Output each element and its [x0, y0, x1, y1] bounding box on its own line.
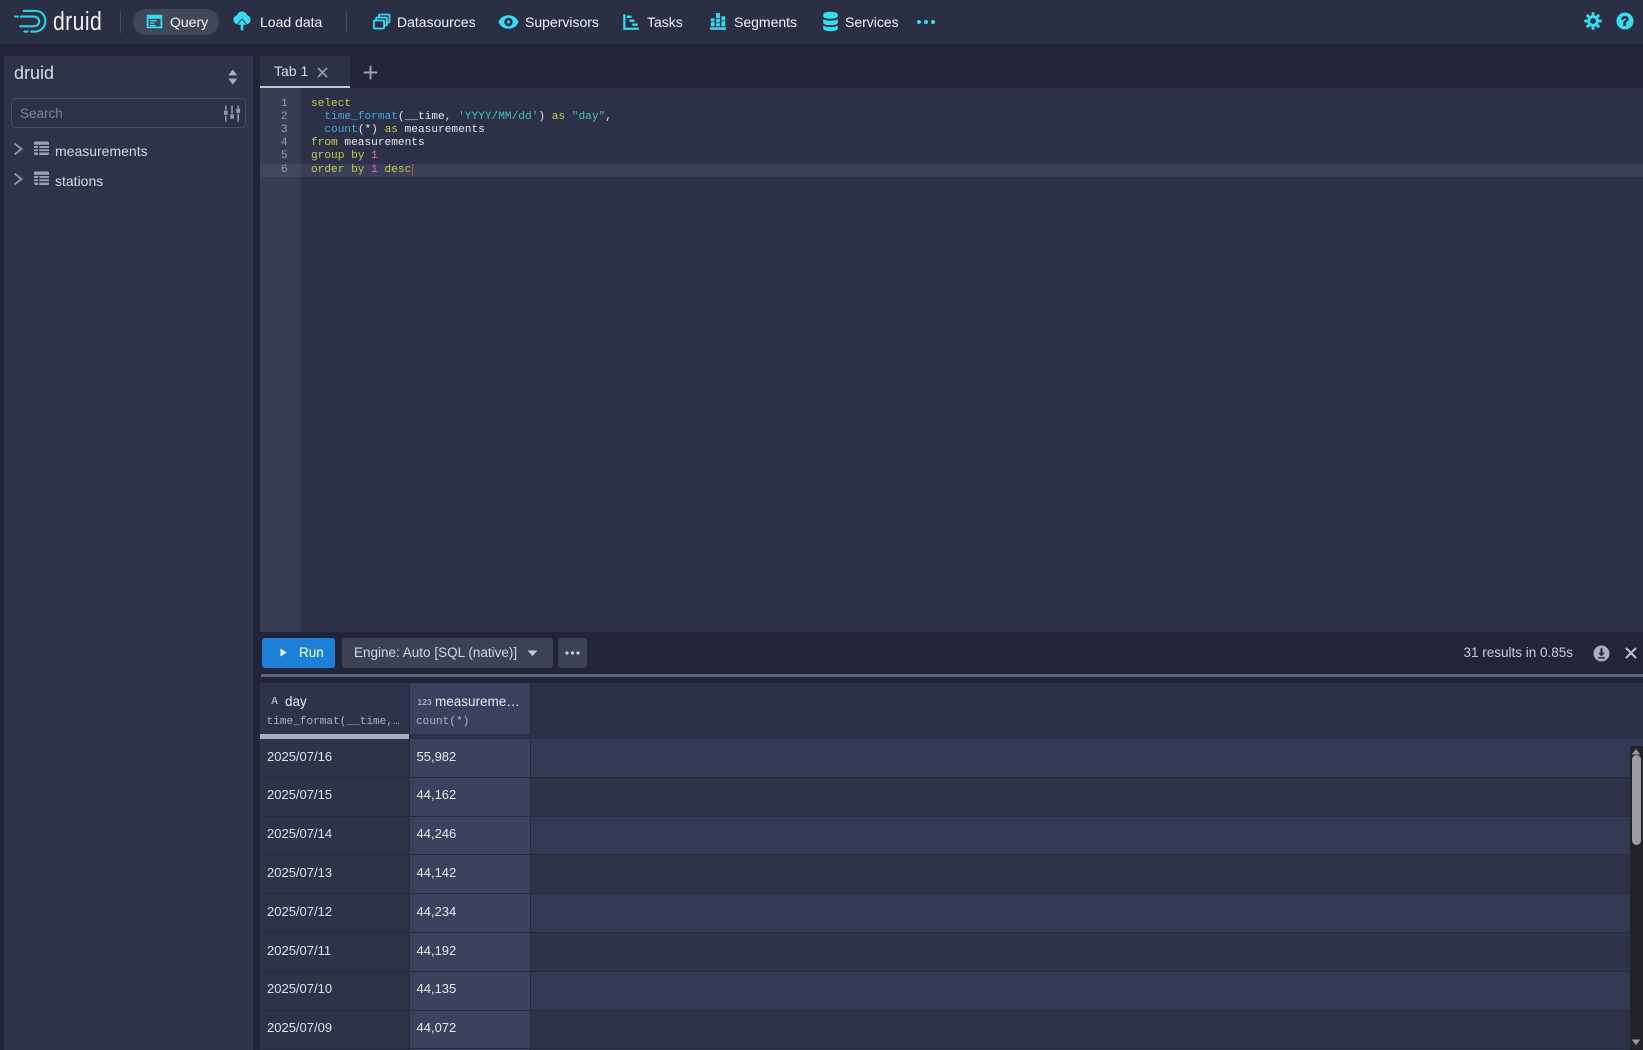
svg-text:?: ? [1621, 13, 1629, 28]
